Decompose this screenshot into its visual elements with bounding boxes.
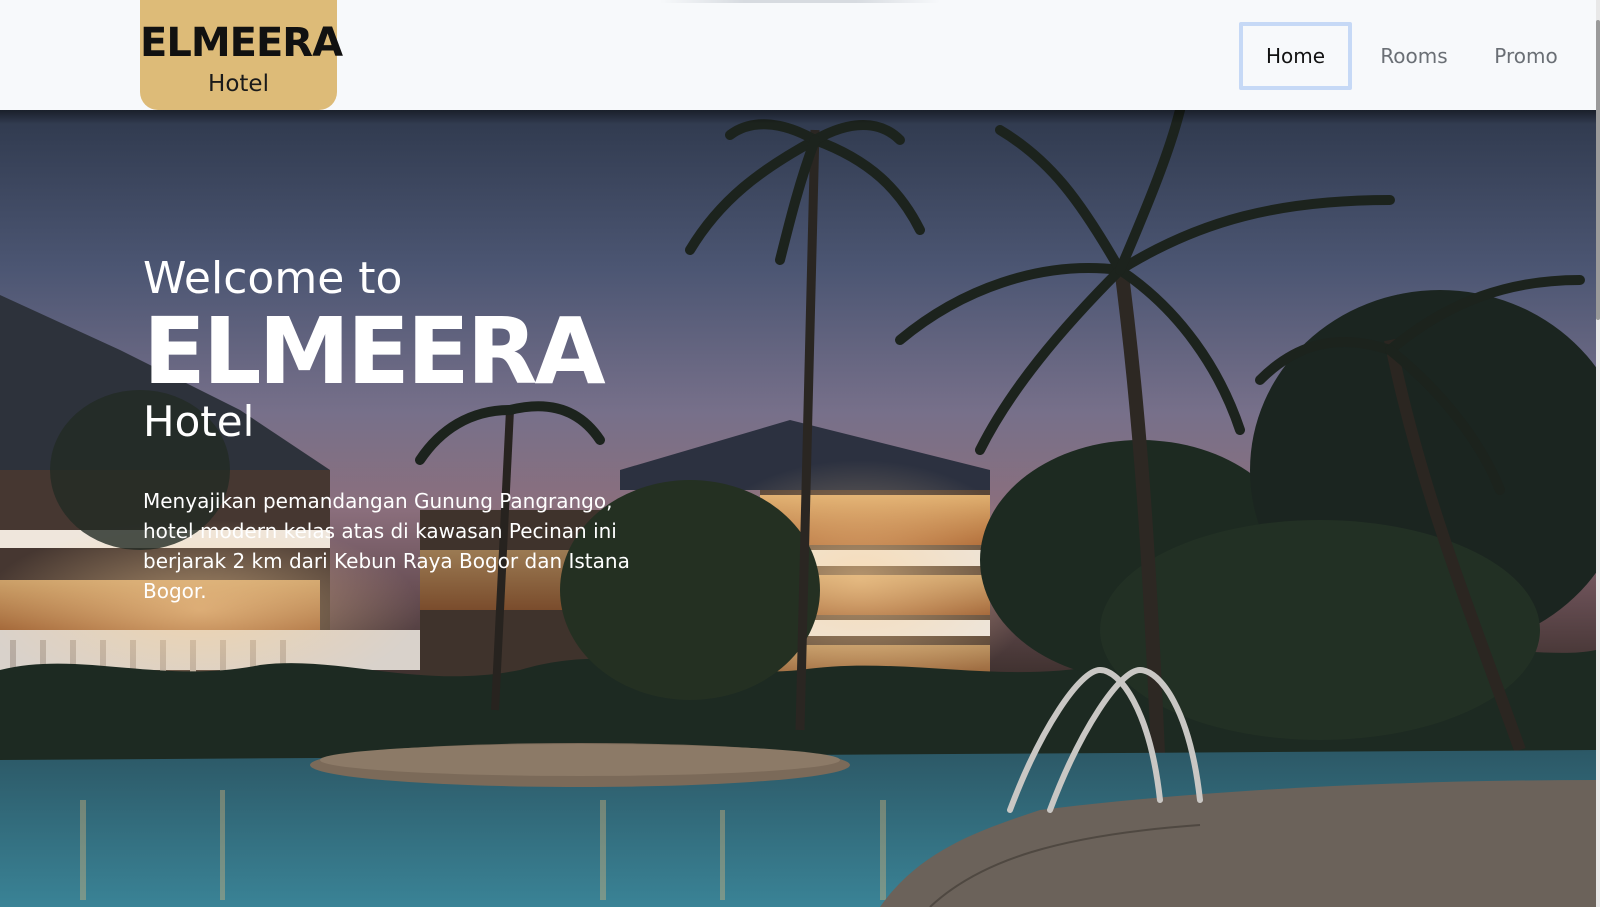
navbar-shadow <box>0 110 1596 124</box>
scrollbar-thumb[interactable] <box>1596 20 1600 320</box>
hero-welcome: Welcome to <box>143 253 403 304</box>
nav-rooms[interactable]: Rooms <box>1364 22 1464 90</box>
hero-title: ELMEERA <box>143 298 606 405</box>
hero-subtitle: Hotel <box>143 397 255 446</box>
hero-description: Menyajikan pemandangan Gunung Pangrango,… <box>143 489 630 603</box>
brand-subtitle: Hotel <box>208 71 269 97</box>
brand-name: ELMEERA <box>140 20 343 66</box>
hero-text: Welcome to ELMEERA Hotel Menyajikan pema… <box>143 254 643 606</box>
page-scrollbar[interactable] <box>1596 0 1600 907</box>
navbar: ELMEERA Hotel Home Rooms Promo <box>0 0 1596 110</box>
nav-home[interactable]: Home <box>1239 22 1352 90</box>
nav-promo[interactable]: Promo <box>1476 22 1576 90</box>
hero-section: Welcome to ELMEERA Hotel Menyajikan pema… <box>0 110 1596 907</box>
navbar-top-highlight <box>660 0 940 3</box>
brand-logo[interactable]: ELMEERA Hotel <box>140 0 343 110</box>
